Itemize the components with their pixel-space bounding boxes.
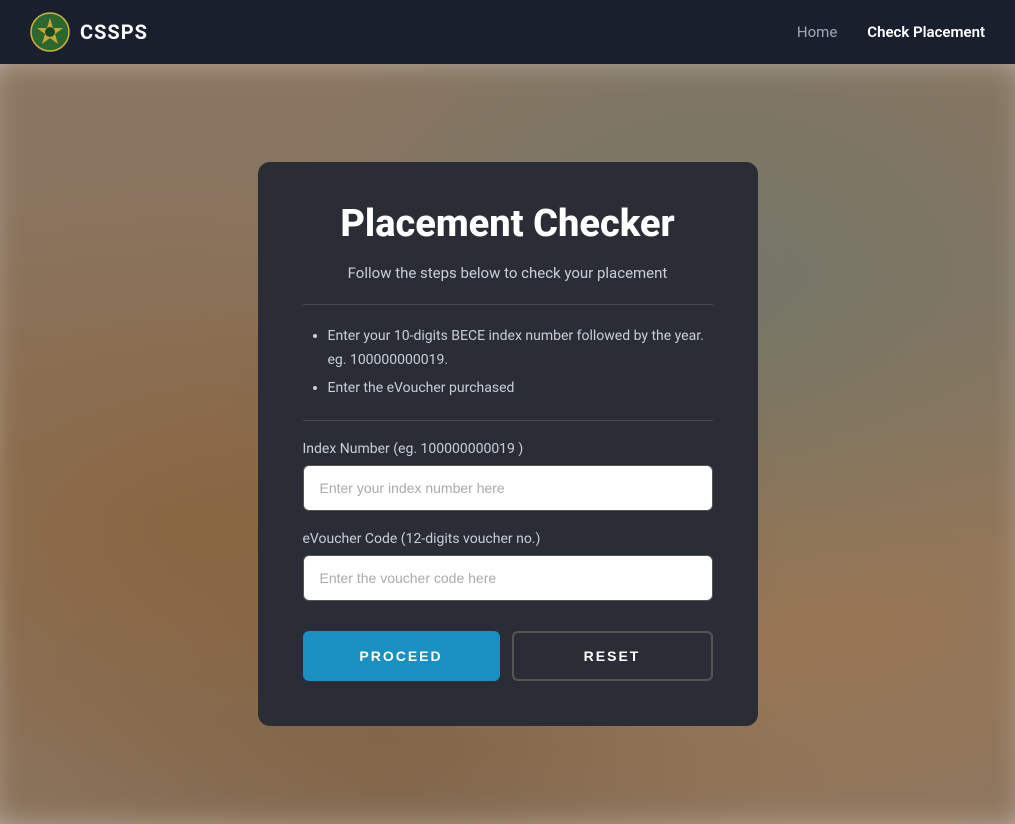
divider-bottom [303,420,713,421]
brand-name: CSSPS [80,20,148,44]
proceed-button[interactable]: PROCEED [303,631,500,681]
brand: CSSPS [30,12,148,52]
button-row: PROCEED RESET [303,631,713,681]
index-number-input[interactable] [303,465,713,511]
instruction-item-2: Enter the eVoucher purchased [328,377,713,401]
index-label: Index Number (eg. 100000000019 ) [303,441,713,457]
voucher-label: eVoucher Code (12-digits voucher no.) [303,531,713,547]
main-content: Placement Checker Follow the steps below… [0,64,1015,824]
nav-home[interactable]: Home [797,23,837,41]
nav-check-placement[interactable]: Check Placement [867,23,985,41]
instructions: Enter your 10-digits BECE index number f… [303,325,713,400]
card-subtitle: Follow the steps below to check your pla… [303,262,713,285]
nav-menu: Home Check Placement [797,23,985,41]
divider-top [303,304,713,305]
card-title: Placement Checker [303,202,713,246]
brand-logo-icon [30,12,70,52]
instruction-item-1: Enter your 10-digits BECE index number f… [328,325,713,373]
reset-button[interactable]: RESET [512,631,713,681]
voucher-code-input[interactable] [303,555,713,601]
navbar: CSSPS Home Check Placement [0,0,1015,64]
placement-checker-card: Placement Checker Follow the steps below… [258,162,758,727]
